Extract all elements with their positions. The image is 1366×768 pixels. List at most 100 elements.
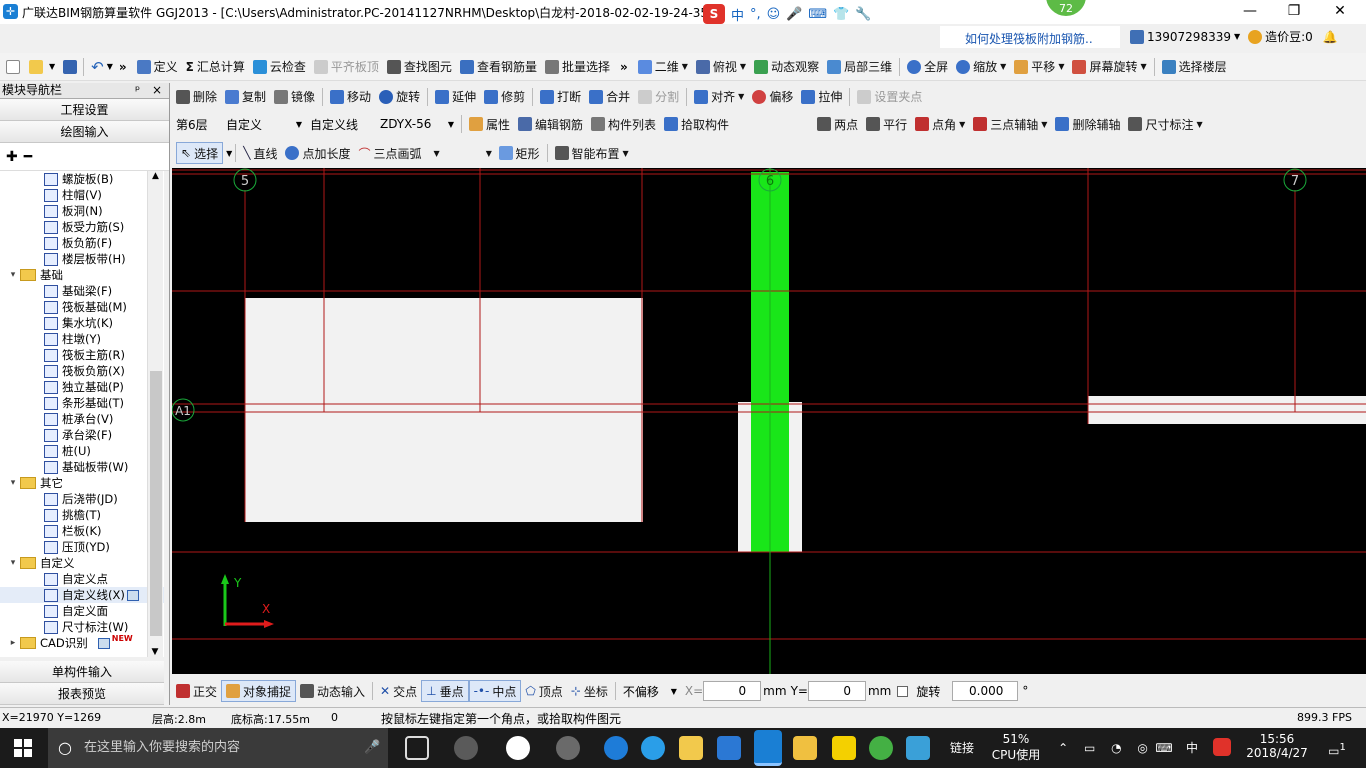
tree-item[interactable]: 自定义线(X) [0,587,164,603]
score-badge[interactable]: 72 [1044,0,1088,18]
stretch-button[interactable]: 拉伸 [797,86,846,108]
dynamic-view-button[interactable]: 动态观察 [750,56,823,78]
sogou-tray-icon[interactable] [1210,728,1234,768]
tree-item[interactable]: 基础梁(F) [0,283,164,299]
zoom-button[interactable]: 缩放 ▼ [952,56,1010,78]
task-view-icon[interactable] [405,736,429,760]
batch-select-button[interactable]: 批量选择 [541,56,614,78]
define-button[interactable]: 定义 [133,56,182,78]
drawing-canvas[interactable]: 5 6 7 A1 Y X [172,168,1366,674]
intersection-snap-button[interactable]: ✕ 交点 [376,680,421,702]
save-icon[interactable] [63,59,78,74]
section-report-preview[interactable]: 报表预览 [0,683,164,705]
link-label[interactable]: 链接 [944,728,980,768]
midpoint-snap-button[interactable]: -•- 中点 [468,680,522,702]
x-input[interactable]: 0 [703,681,762,701]
tree-item[interactable]: 后浇带(JD) [0,491,164,507]
perpendicular-snap-button[interactable]: ⊥ 垂点 [421,680,469,702]
tree-folder[interactable]: ▸ CAD识别 NEW [0,634,164,651]
scroll-up-icon[interactable]: ▲ [148,171,163,181]
object-snap-button[interactable]: 对象捕捉 [221,680,297,702]
scroll-thumb[interactable] [150,371,162,636]
minimize-button[interactable]: — [1228,0,1272,24]
align-slab-top-button[interactable]: 平齐板顶 [310,56,383,78]
screen-rotate-button[interactable]: 屏幕旋转 ▼ [1068,56,1150,78]
2d-view-button[interactable]: 二维 ▼ [634,56,692,78]
tree-item[interactable]: 柱墩(Y) [0,331,164,347]
tree-item[interactable]: 独立基础(P) [0,379,164,395]
tree-toggle-icon[interactable]: ▸ [8,638,18,648]
tree-item[interactable]: 自定义点 [0,571,164,587]
t-app-icon[interactable] [906,736,930,760]
bell-icon[interactable]: 🔔 [1323,30,1338,44]
coordinate-snap-button[interactable]: ⊹ 坐标 [567,680,612,702]
cpu-monitor[interactable]: 51% CPU使用 [988,728,1044,768]
skin-icon[interactable]: 👕 [833,7,849,22]
smart-layout-button[interactable]: 智能布置 ▼ [551,142,633,164]
category-select[interactable]: 自定义 ▼ [222,114,306,134]
punct-icon[interactable]: °, [750,7,761,22]
ortho-button[interactable]: 正交 [172,680,221,702]
glodon-g-icon[interactable] [717,736,741,760]
tree-item[interactable]: 基础板带(W) [0,459,164,475]
parallel-axis-button[interactable]: 平行 [862,113,911,135]
tree-item[interactable]: 条形基础(T) [0,395,164,411]
section-single-input[interactable]: 单构件输入 [0,661,164,683]
tree-item[interactable]: 柱帽(V) [0,187,164,203]
component-select[interactable]: ZDYX-56 ▼ [376,114,458,134]
chevron-down-icon[interactable]: ▼ [1234,32,1240,41]
point-length-button[interactable]: 点加长度 [281,142,354,164]
three-point-axis-button[interactable]: 三点辅轴 ▼ [969,113,1051,135]
tree-item[interactable]: 楼层板带(H) [0,251,164,267]
open-folder-icon[interactable] [29,59,43,74]
pick-component-button[interactable]: 拾取构件 [660,113,733,135]
vertex-snap-button[interactable]: ⬠ 顶点 [521,680,566,702]
break-button[interactable]: 打断 [536,86,585,108]
properties-button[interactable]: 属性 [465,113,514,135]
browser-360-icon[interactable] [556,736,580,760]
tree-folder[interactable]: ▾ 其它 [0,475,164,491]
tray-icons[interactable]: ⌃ ▭ ◔ ◎ [1056,728,1156,768]
keyboard-icon[interactable]: ⌨ [1150,728,1178,768]
floor-select[interactable]: 第6层 [172,114,222,134]
section-drawing-input[interactable]: 绘图输入 [0,121,169,143]
tree-folder[interactable]: ▾ 基础 [0,267,164,283]
tree-item[interactable]: 筏板基础(M) [0,299,164,315]
rotate-button[interactable]: 旋转 [375,86,424,108]
canvas-svg[interactable]: 5 6 7 A1 Y X [172,168,1366,674]
tree-toggle-icon[interactable]: ▾ [8,478,18,488]
tree-folder[interactable]: ▾ 自定义 [0,555,164,571]
dynamic-input-button[interactable]: 动态输入 [296,680,369,702]
merge-button[interactable]: 合并 [585,86,634,108]
notes-icon[interactable] [793,736,817,760]
split-button[interactable]: 分割 [634,86,683,108]
sogou-icon[interactable]: S [703,4,725,24]
y-input[interactable]: 0 [807,681,866,701]
more-icon[interactable]: » [119,60,127,74]
rotate-checkbox[interactable] [897,685,909,697]
ie-icon[interactable] [641,736,665,760]
scroll-down-icon[interactable]: ▼ [148,647,162,657]
keyboard-icon[interactable]: ⌨ [808,7,827,22]
restore-button[interactable]: ❐ [1272,0,1316,24]
tray-ime[interactable]: 中 [1180,728,1204,768]
find-element-button[interactable]: 查找图元 [383,56,456,78]
browser-e-icon[interactable] [506,736,530,760]
two-point-axis-button[interactable]: 两点 [813,113,862,135]
taskbar-search[interactable]: ○ 在这里输入你要搜索的内容 🎤 [48,728,388,768]
close-button[interactable]: ✕ [1318,0,1362,24]
tree-item[interactable]: 筏板负筋(X) [0,363,164,379]
tree-item[interactable]: 压顶(YD) [0,539,164,555]
tree-item[interactable]: 承台梁(F) [0,427,164,443]
view-rebar-button[interactable]: 查看钢筋量 [456,56,541,78]
tree-scrollbar[interactable]: ▲ ▼ [147,171,163,657]
clock[interactable]: 15:56 2018/4/27 [1242,728,1312,768]
type-select[interactable]: 自定义线 [306,114,376,134]
section-project-settings[interactable]: 工程设置 [0,99,169,121]
rectangle-button[interactable]: 矩形 [495,142,544,164]
three-point-arc-button[interactable]: ⌒ 三点画弧 ▼ ▼ [355,142,495,164]
trim-button[interactable]: 修剪 [480,86,529,108]
cloud-check-button[interactable]: 云检查 [249,56,310,78]
collapse-all-icon[interactable]: ━ [24,149,32,165]
summary-calc-button[interactable]: Σ 汇总计算 [182,56,249,78]
